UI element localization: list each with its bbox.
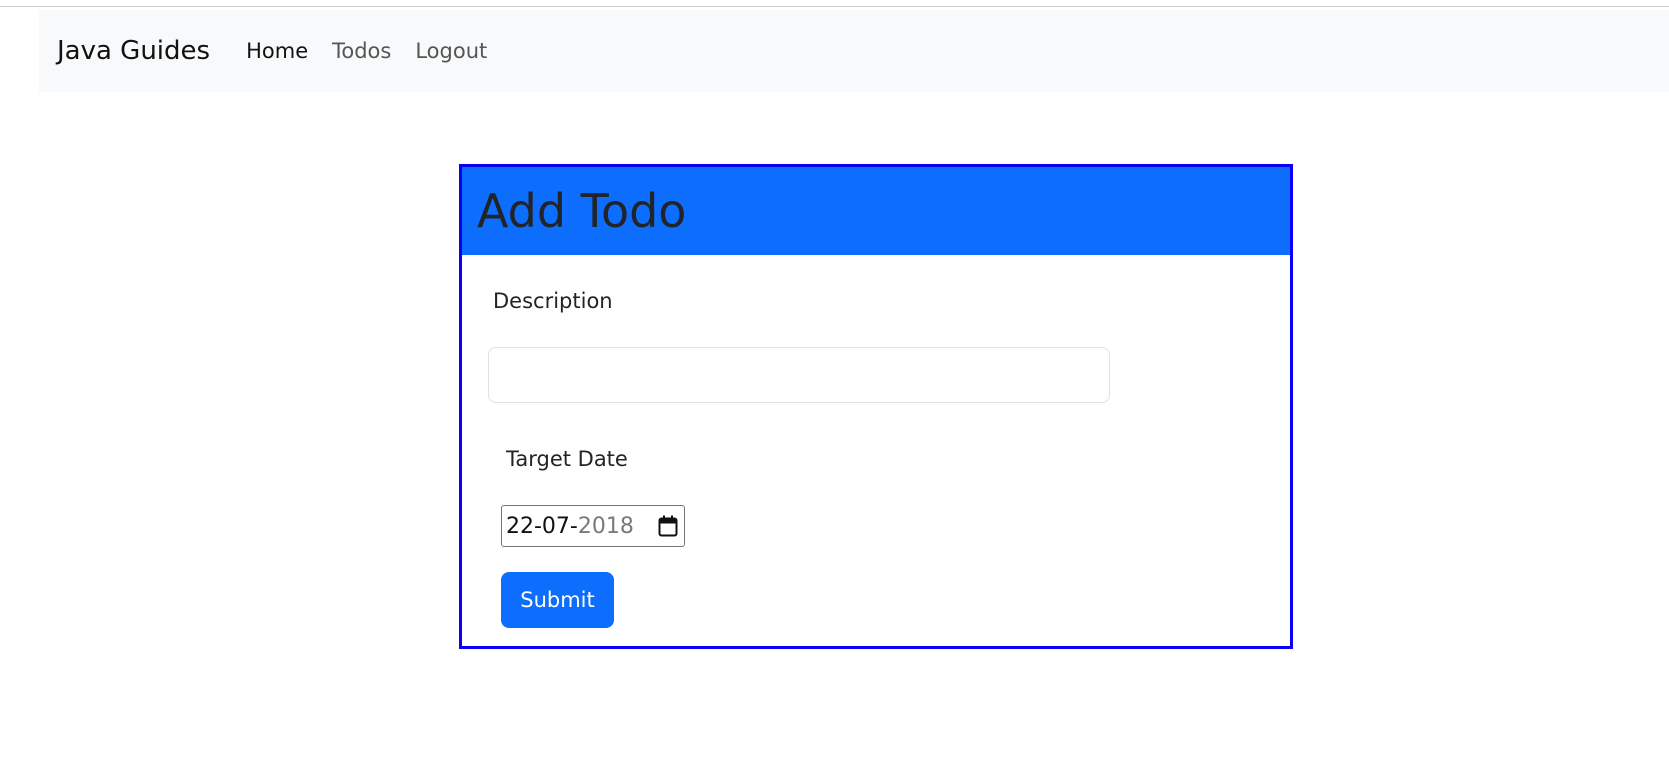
top-divider	[0, 6, 1669, 7]
card-header: Add Todo	[462, 167, 1290, 255]
calendar-icon[interactable]	[658, 515, 678, 537]
nav-link-todos[interactable]: Todos	[332, 39, 391, 63]
target-date-year: 2018	[577, 513, 634, 539]
target-date-input[interactable]: 22-07- 2018	[501, 505, 685, 547]
nav-link-logout[interactable]: Logout	[415, 39, 487, 63]
description-input[interactable]	[488, 347, 1110, 403]
target-date-label: Target Date	[506, 447, 628, 471]
description-label: Description	[493, 289, 613, 313]
add-todo-card: Add Todo Description Target Date 22-07- 2…	[459, 164, 1293, 649]
brand-link[interactable]: Java Guides	[57, 36, 210, 66]
target-date-day-month: 22-07-	[506, 513, 578, 539]
nav-link-home[interactable]: Home	[246, 39, 308, 63]
submit-button[interactable]: Submit	[501, 572, 614, 628]
navbar: Java Guides Home Todos Logout	[39, 10, 1669, 92]
page-title: Add Todo	[477, 184, 687, 238]
